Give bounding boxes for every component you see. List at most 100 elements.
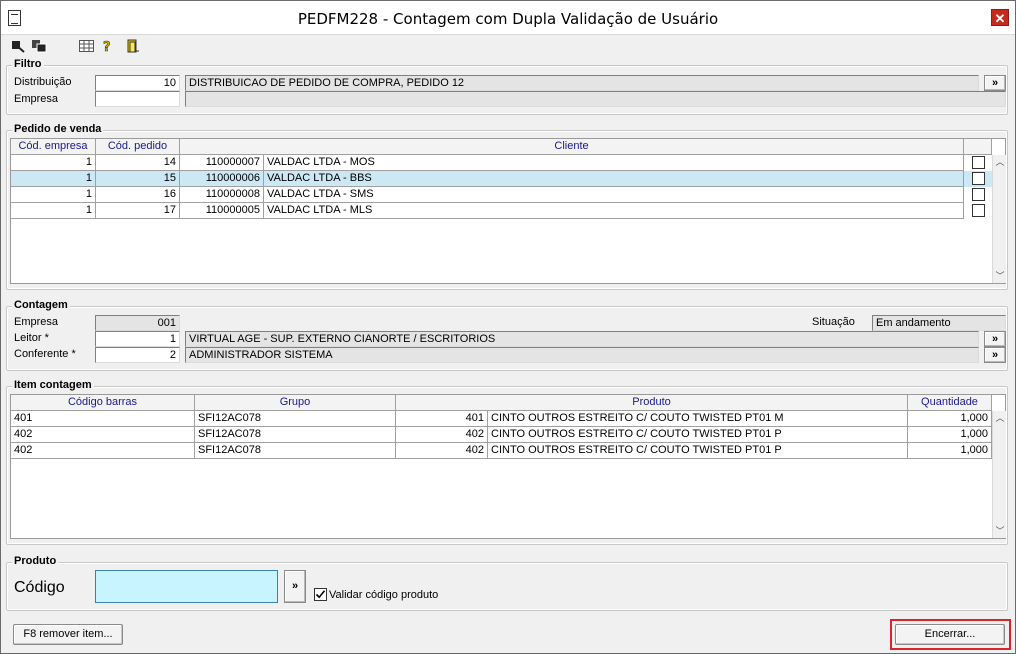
- remover-item-button[interactable]: F8 remover item...: [13, 624, 123, 645]
- table-row[interactable]: 402 SFI12AC078 402 CINTO OUTROS ESTREITO C/…: [11, 427, 992, 443]
- produto-group-label: Produto: [12, 555, 59, 567]
- cell-quantidade[interactable]: 1,000: [908, 411, 992, 427]
- distribuicao-field[interactable]: 10: [95, 75, 180, 91]
- leitor-lookup-button[interactable]: »: [984, 331, 1006, 347]
- conferente-lookup-button[interactable]: »: [984, 347, 1006, 363]
- conferente-field[interactable]: 2: [95, 347, 180, 363]
- situacao-field: Em andamento: [872, 315, 1006, 331]
- cell-cod-empresa[interactable]: 1: [11, 171, 96, 187]
- row-select-checkbox[interactable]: [972, 172, 985, 185]
- title-bar: PEDFM228 - Contagem com Dupla Validação …: [1, 1, 1015, 35]
- validar-codigo-label[interactable]: Validar código produto: [329, 589, 438, 601]
- empresa-label: Empresa: [14, 93, 59, 105]
- cell-produto-codigo[interactable]: 401: [396, 411, 488, 427]
- cell-produto-descricao[interactable]: CINTO OUTROS ESTREITO C/ COUTO TWISTED P…: [488, 427, 908, 443]
- table-row[interactable]: 401 SFI12AC078 401 CINTO OUTROS ESTREITO C/…: [11, 411, 992, 427]
- cell-cliente-nome[interactable]: VALDAC LTDA - BBS: [264, 171, 964, 187]
- cell-produto-descricao[interactable]: CINTO OUTROS ESTREITO C/ COUTO TWISTED P…: [488, 443, 908, 459]
- contagem-empresa-field: 001: [95, 315, 180, 331]
- leitor-label: Leitor *: [14, 332, 49, 344]
- copy-icon[interactable]: [31, 39, 47, 53]
- cell-codigo-barras[interactable]: 402: [11, 427, 195, 443]
- table-row[interactable]: 1 14 110000007 VALDAC LTDA - MOS: [11, 155, 992, 171]
- item-contagem-group-label: Item contagem: [12, 379, 94, 391]
- exit-door-icon[interactable]: [126, 39, 140, 53]
- column-header-produto[interactable]: Produto: [396, 395, 908, 411]
- scroll-down-icon[interactable]: ﹀: [993, 524, 1007, 538]
- table-row[interactable]: 1 15 110000006 VALDAC LTDA - BBS: [11, 171, 992, 187]
- cell-grupo[interactable]: SFI12AC078: [195, 443, 396, 459]
- distribuicao-description: DISTRIBUICAO DE PEDIDO DE COMPRA, PEDIDO…: [185, 75, 979, 91]
- contagem-empresa-label: Empresa: [14, 316, 59, 328]
- contagem-group-label: Contagem: [12, 299, 70, 311]
- scroll-up-icon[interactable]: ︿: [993, 155, 1007, 169]
- cell-quantidade[interactable]: 1,000: [908, 443, 992, 459]
- situacao-label: Situação: [812, 316, 855, 328]
- table-row[interactable]: 402 SFI12AC078 402 CINTO OUTROS ESTREITO C/…: [11, 443, 992, 459]
- close-button[interactable]: ✕: [991, 9, 1009, 26]
- column-header-grupo[interactable]: Grupo: [195, 395, 396, 411]
- grid-icon[interactable]: [79, 39, 94, 53]
- row-select-checkbox[interactable]: [972, 204, 985, 217]
- window-title: PEDFM228 - Contagem com Dupla Validação …: [297, 10, 719, 28]
- column-header-check[interactable]: [964, 139, 992, 155]
- scroll-up-icon[interactable]: ︿: [993, 411, 1007, 425]
- table-row[interactable]: 1 16 110000008 VALDAC LTDA - SMS: [11, 187, 992, 203]
- cell-cliente-codigo[interactable]: 110000005: [180, 203, 264, 219]
- codigo-produto-input[interactable]: [95, 570, 278, 603]
- table-row[interactable]: 1 17 110000005 VALDAC LTDA - MLS: [11, 203, 992, 219]
- cell-codigo-barras[interactable]: 401: [11, 411, 195, 427]
- row-select-checkbox[interactable]: [972, 156, 985, 169]
- cell-quantidade[interactable]: 1,000: [908, 427, 992, 443]
- cell-produto-codigo[interactable]: 402: [396, 427, 488, 443]
- cell-cod-pedido[interactable]: 16: [96, 187, 180, 203]
- empresa-description: [185, 91, 1006, 107]
- cell-cliente-codigo[interactable]: 110000007: [180, 155, 264, 171]
- cell-cod-pedido[interactable]: 15: [96, 171, 180, 187]
- column-header-cliente[interactable]: Cliente: [180, 139, 964, 155]
- validar-codigo-checkbox[interactable]: [314, 588, 327, 601]
- cell-cliente-nome[interactable]: VALDAC LTDA - SMS: [264, 187, 964, 203]
- app-window: PEDFM228 - Contagem com Dupla Validação …: [0, 0, 1016, 654]
- cell-cliente-nome[interactable]: VALDAC LTDA - MLS: [264, 203, 964, 219]
- cell-cliente-nome[interactable]: VALDAC LTDA - MOS: [264, 155, 964, 171]
- filtro-group-label: Filtro: [12, 58, 44, 70]
- cell-cod-pedido[interactable]: 14: [96, 155, 180, 171]
- cell-cod-pedido[interactable]: 17: [96, 203, 180, 219]
- leitor-description: VIRTUAL AGE - SUP. EXTERNO CIANORTE / ES…: [185, 331, 979, 347]
- pedido-group-label: Pedido de venda: [12, 123, 104, 135]
- first-record-icon[interactable]: [11, 39, 25, 53]
- svg-text:?: ?: [103, 40, 111, 53]
- cell-produto-descricao[interactable]: CINTO OUTROS ESTREITO C/ COUTO TWISTED P…: [488, 411, 908, 427]
- pedido-scrollbar[interactable]: ︿ ﹀: [992, 155, 1006, 283]
- item-contagem-grid: Código barras Grupo Produto Quantidade 4…: [10, 394, 1006, 539]
- item-scrollbar[interactable]: ︿ ﹀: [992, 411, 1006, 538]
- help-icon[interactable]: ?: [102, 39, 114, 53]
- check-icon: [315, 590, 326, 599]
- cell-cliente-codigo[interactable]: 110000006: [180, 171, 264, 187]
- cell-cod-empresa[interactable]: 1: [11, 155, 96, 171]
- conferente-description: ADMINISTRADOR SISTEMA: [185, 347, 979, 363]
- row-select-checkbox[interactable]: [972, 188, 985, 201]
- column-header-cod-empresa[interactable]: Cód. empresa: [11, 139, 96, 155]
- column-header-quantidade[interactable]: Quantidade: [908, 395, 992, 411]
- scroll-down-icon[interactable]: ﹀: [993, 269, 1007, 283]
- encerrar-button[interactable]: Encerrar...: [895, 624, 1005, 645]
- empresa-field[interactable]: [95, 91, 180, 107]
- distribuicao-lookup-button[interactable]: »: [984, 75, 1006, 91]
- cell-cliente-codigo[interactable]: 110000008: [180, 187, 264, 203]
- cell-grupo[interactable]: SFI12AC078: [195, 427, 396, 443]
- column-header-codigo-barras[interactable]: Código barras: [11, 395, 195, 411]
- cell-codigo-barras[interactable]: 402: [11, 443, 195, 459]
- cell-cod-empresa[interactable]: 1: [11, 187, 96, 203]
- cell-cod-empresa[interactable]: 1: [11, 203, 96, 219]
- codigo-label: Código: [14, 579, 65, 596]
- column-header-cod-pedido[interactable]: Cód. pedido: [96, 139, 180, 155]
- cell-grupo[interactable]: SFI12AC078: [195, 411, 396, 427]
- leitor-field[interactable]: 1: [95, 331, 180, 347]
- cell-produto-codigo[interactable]: 402: [396, 443, 488, 459]
- conferente-label: Conferente *: [14, 348, 76, 360]
- distribuicao-label: Distribuição: [14, 76, 72, 88]
- pedido-grid: Cód. empresa Cód. pedido Cliente 1 14 1100…: [10, 138, 1006, 284]
- codigo-lookup-button[interactable]: »: [284, 570, 306, 603]
